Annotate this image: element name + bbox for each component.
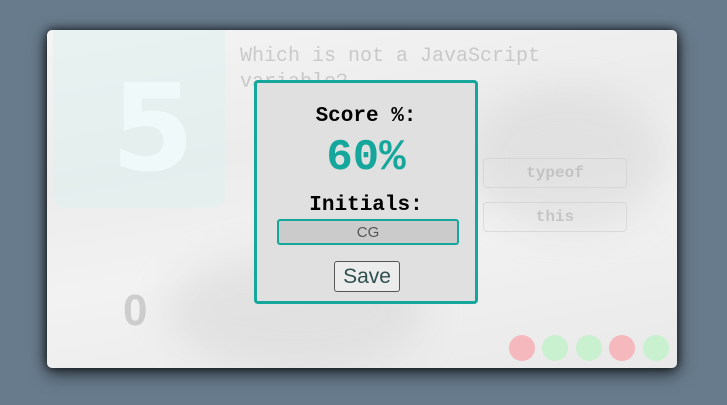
question-counter: 0 xyxy=(123,286,148,335)
score-label: Score %: xyxy=(315,105,417,128)
progress-dot xyxy=(509,335,535,361)
progress-dot xyxy=(609,335,635,361)
initials-label: Initials: xyxy=(309,194,423,217)
answer-button-4[interactable]: this xyxy=(483,202,627,232)
progress-dot xyxy=(643,335,669,361)
score-modal: Score %: 60% Initials: Save xyxy=(254,80,478,304)
answer-button-2[interactable]: typeof xyxy=(483,158,627,188)
quiz-logo: 5 xyxy=(53,30,225,208)
score-value: 60% xyxy=(326,133,406,183)
logo-glyph: 5 xyxy=(111,60,195,199)
progress-dot xyxy=(576,335,602,361)
save-button[interactable]: Save xyxy=(334,261,400,292)
progress-dot xyxy=(542,335,568,361)
initials-input[interactable] xyxy=(277,219,459,245)
